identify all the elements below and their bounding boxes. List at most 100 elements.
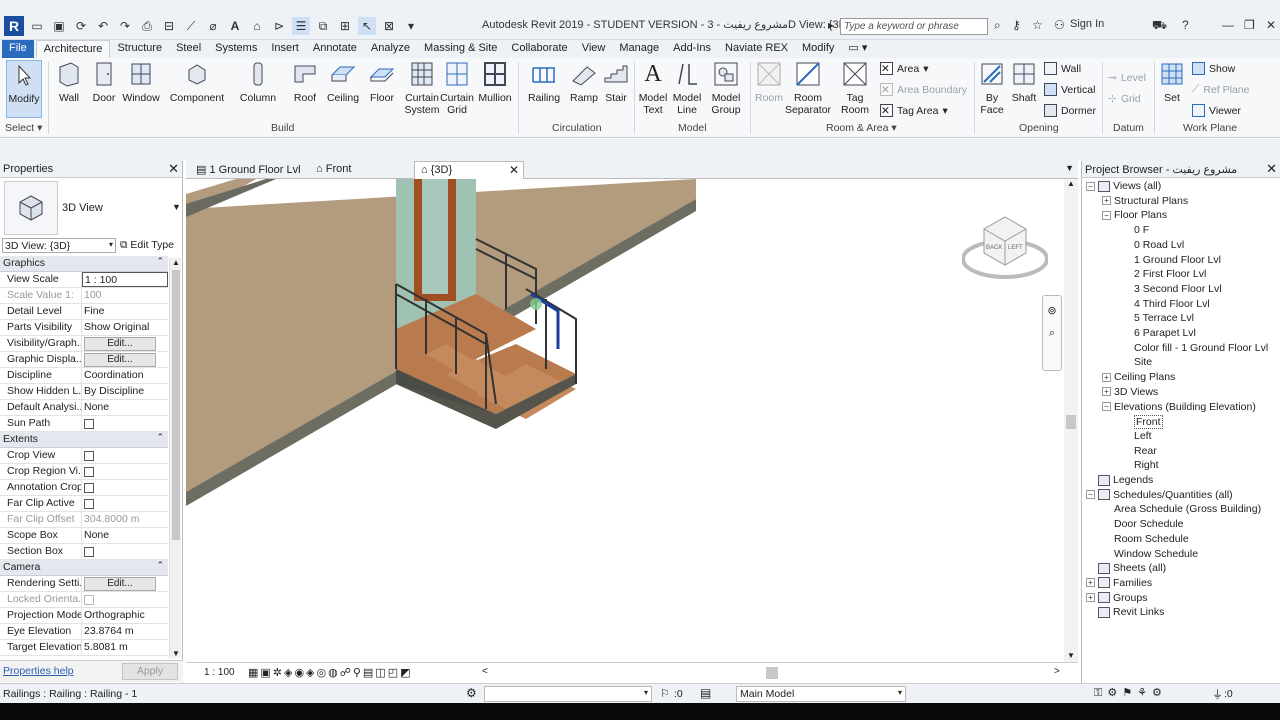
shaft-button[interactable]: Shaft	[1010, 60, 1038, 104]
room-area-panel-label[interactable]: Room & Area ▾	[826, 122, 897, 134]
design-options-icon[interactable]: ▤	[700, 686, 711, 700]
set-workplane-button[interactable]: Set	[1158, 60, 1186, 104]
property-value-cell[interactable]: Edit...	[82, 352, 168, 367]
tag-area-button[interactable]: ✕ Tag Area ▾	[880, 104, 948, 117]
property-value-cell[interactable]: 304.8000 m	[82, 512, 168, 527]
browser-node[interactable]: − Floor Plans	[1102, 209, 1167, 221]
scrollbar-thumb[interactable]	[1066, 415, 1076, 429]
property-checkbox[interactable]	[84, 547, 94, 557]
property-value-cell[interactable]: By Discipline	[82, 384, 168, 399]
property-checkbox[interactable]	[84, 467, 94, 477]
collapse-icon[interactable]: −	[1086, 181, 1095, 191]
subscription-icon[interactable]: ⚷	[1012, 18, 1021, 32]
print-icon[interactable]: ⎙	[138, 17, 156, 35]
ref-plane-button[interactable]: ⟋ Ref Plane	[1192, 83, 1249, 96]
close-browser-icon[interactable]: ✕	[1266, 161, 1277, 177]
browser-node[interactable]: + Groups	[1086, 592, 1147, 604]
revit-logo-icon[interactable]: R	[4, 16, 24, 36]
text-icon[interactable]: A	[226, 17, 244, 35]
tab-collaborate[interactable]: Collaborate	[504, 40, 574, 58]
property-value-cell[interactable]: None	[82, 528, 168, 543]
property-checkbox[interactable]	[84, 483, 94, 493]
property-value-cell[interactable]: 100	[82, 288, 168, 303]
tab-structure[interactable]: Structure	[110, 40, 169, 58]
browser-node[interactable]: − Views (all)	[1086, 180, 1161, 192]
property-value-cell[interactable]: Edit...	[82, 336, 168, 351]
browser-node[interactable]: 1 Ground Floor Lvl	[1134, 254, 1221, 266]
level-button[interactable]: ⊸ Level	[1108, 72, 1146, 84]
restore-icon[interactable]: ❐	[1244, 18, 1255, 32]
browser-node[interactable]: 4 Third Floor Lvl	[1134, 298, 1210, 310]
help-icon[interactable]: ?	[1182, 18, 1189, 32]
hscroll-thumb[interactable]	[766, 667, 778, 679]
property-value-cell[interactable]: None	[82, 400, 168, 415]
property-group-header[interactable]: Extents ⌃	[0, 432, 168, 448]
scroll-up-icon[interactable]: ▲	[172, 258, 180, 267]
property-value-cell[interactable]: Fine	[82, 304, 168, 319]
browser-node[interactable]: 6 Parapet Lvl	[1134, 327, 1196, 339]
filter-icon[interactable]: ⏚	[1212, 686, 1223, 702]
search-arrow-icon[interactable]: ▸	[828, 18, 834, 32]
tab-view[interactable]: View	[575, 40, 613, 58]
property-value-cell[interactable]	[82, 416, 168, 431]
browser-node[interactable]: Window Schedule	[1102, 548, 1198, 560]
steering-wheel-icon[interactable]: ⊚	[1043, 304, 1061, 317]
tab-modify[interactable]: Modify	[795, 40, 841, 58]
door-button[interactable]: Door	[90, 60, 118, 104]
sync-icon[interactable]: ⟳	[72, 17, 90, 35]
dormer-button[interactable]: Dormer	[1044, 104, 1096, 117]
browser-node[interactable]: Door Schedule	[1102, 518, 1183, 530]
browser-node[interactable]: − Elevations (Building Elevation)	[1102, 401, 1256, 413]
browser-node[interactable]: + Families	[1086, 577, 1152, 589]
property-value-cell[interactable]: 5.8081 m	[82, 640, 168, 655]
scroll-down-icon[interactable]: ▼	[1067, 651, 1075, 660]
collapse-icon[interactable]: −	[1102, 402, 1111, 411]
browser-node[interactable]: 0 Road Lvl	[1134, 239, 1184, 251]
property-checkbox[interactable]	[84, 499, 94, 509]
column-button[interactable]: Column	[238, 60, 278, 104]
mullion-button[interactable]: Mullion	[476, 60, 514, 104]
browser-node[interactable]: + Ceiling Plans	[1102, 371, 1175, 383]
property-value-cell[interactable]	[82, 496, 168, 511]
tab-front-elevation[interactable]: ⌂ Front	[310, 161, 357, 179]
area-button[interactable]: ✕ Area ▾	[880, 62, 928, 75]
tab-3d-view[interactable]: ⌂ {3D} ✕	[414, 161, 524, 179]
close-properties-icon[interactable]: ✕	[168, 161, 179, 177]
tab-manage[interactable]: Manage	[612, 40, 666, 58]
stair-button[interactable]: Stair	[602, 60, 630, 104]
collapse-icon[interactable]: ⌃	[156, 560, 164, 571]
browser-node[interactable]: Revit Links	[1086, 606, 1164, 618]
measure-icon[interactable]: ⊟	[160, 17, 178, 35]
expand-icon[interactable]: +	[1086, 578, 1095, 588]
room-separator-button[interactable]: Room Separator	[784, 60, 832, 116]
collapse-icon[interactable]: −	[1086, 490, 1095, 500]
section-icon[interactable]: ⊳	[270, 17, 288, 35]
hscroll-left-icon[interactable]: <	[482, 666, 488, 677]
edit-button[interactable]: Edit...	[84, 337, 156, 351]
workset-select[interactable]: ▾	[484, 686, 652, 702]
close-hidden-icon[interactable]: ⧉	[314, 17, 332, 35]
property-value-cell[interactable]	[82, 448, 168, 463]
expand-icon[interactable]: +	[1102, 372, 1111, 382]
tab-insert[interactable]: Insert	[264, 40, 306, 58]
browser-node[interactable]: Legends	[1086, 474, 1153, 486]
window-button[interactable]: Window	[122, 60, 160, 104]
scroll-down-icon[interactable]: ▼	[172, 649, 180, 658]
model-text-button[interactable]: A Model Text	[638, 60, 668, 116]
editable-only-icon[interactable]: ⚐	[660, 687, 670, 700]
switch-windows-icon[interactable]: ⊞	[336, 17, 354, 35]
tab-systems[interactable]: Systems	[208, 40, 264, 58]
3d-viewport[interactable]: BACK LEFT ⊚ ⌕	[186, 179, 1078, 662]
tab-annotate[interactable]: Annotate	[306, 40, 364, 58]
ceiling-button[interactable]: Ceiling	[324, 60, 362, 104]
tab-steel[interactable]: Steel	[169, 40, 208, 58]
grid-button[interactable]: ⊹ Grid	[1108, 93, 1141, 105]
collapse-icon[interactable]: ⌃	[156, 432, 164, 443]
property-value-cell[interactable]: Orthographic	[82, 608, 168, 623]
area-boundary-button[interactable]: ✕ Area Boundary	[880, 83, 967, 96]
tabs-menu-icon[interactable]: ▼	[1065, 163, 1074, 173]
property-value-cell[interactable]	[82, 464, 168, 479]
search-icon[interactable]: ⌕	[994, 18, 1001, 33]
expand-icon[interactable]: +	[1102, 196, 1111, 206]
property-value-cell[interactable]: 1 : 100	[82, 272, 168, 287]
